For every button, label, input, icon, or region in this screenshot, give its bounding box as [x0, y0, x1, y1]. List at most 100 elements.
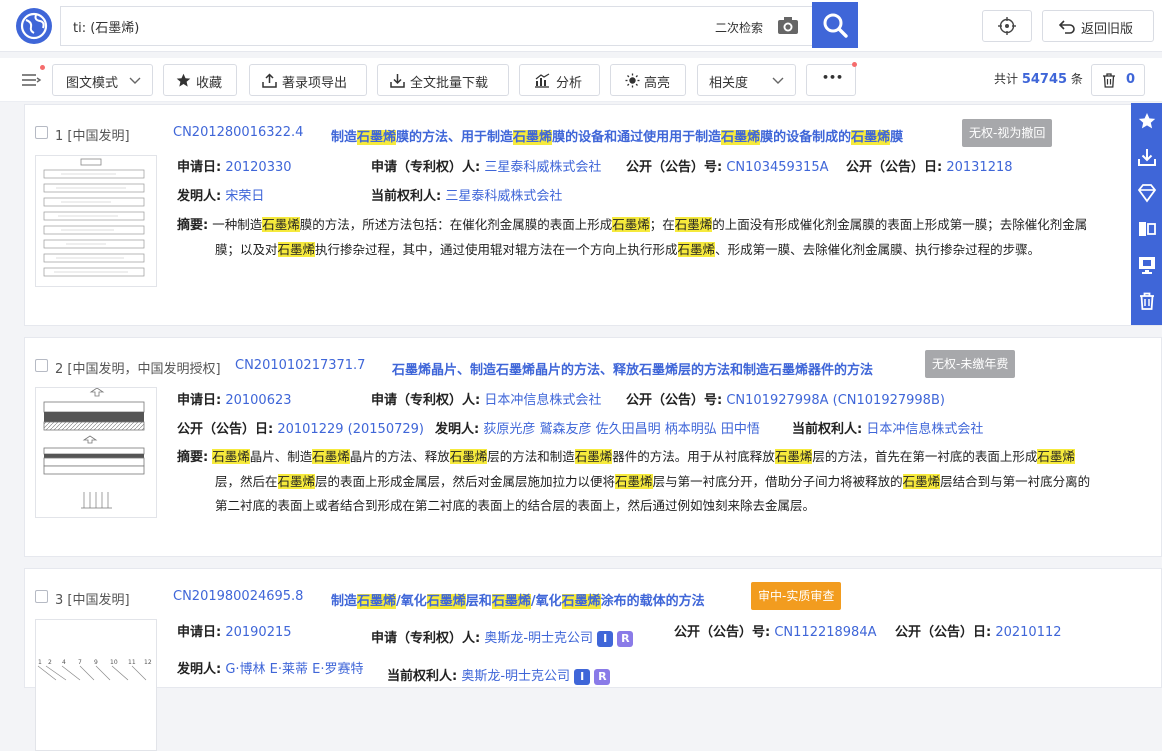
svg-text:7: 7 [78, 659, 82, 666]
owner-row: 当前权利人: 日本冲信息株式会社 [792, 418, 983, 437]
back-old-label: 返回旧版 [1081, 18, 1133, 37]
view-mode-select[interactable]: 图文模式 [52, 64, 153, 96]
inventor-row: 发明人: 荻原光彦 鷲森友彦 佐久田昌明 柄本明弘 田中悟 [435, 418, 760, 437]
result-card: 3 [中国发明] CN201980024695.8 制造石墨烯/氧化石墨烯层和石… [24, 568, 1162, 688]
pub-date: 20210112 [995, 625, 1061, 640]
locate-button[interactable] [982, 10, 1032, 42]
pub-no-row: 公开（公告）号: CN103459315A [626, 156, 828, 175]
recycle-bin-button[interactable]: 0 [1091, 64, 1145, 96]
apply-date: 20190215 [225, 625, 291, 640]
star-icon [176, 73, 191, 88]
globe-logo-icon[interactable] [16, 8, 52, 44]
search-button[interactable] [812, 2, 858, 48]
select-checkbox[interactable] [35, 359, 48, 372]
pub-no-link[interactable]: CN103459315A [726, 160, 828, 175]
chevron-down-icon [129, 77, 141, 85]
more-button[interactable]: ••• [806, 64, 856, 96]
patent-drawing-thumbnail[interactable] [35, 387, 157, 518]
svg-text:1: 1 [38, 659, 42, 666]
diamond-icon[interactable] [1137, 183, 1157, 203]
export-button[interactable]: 著录项导出 [249, 64, 367, 96]
trash-icon [1102, 73, 1116, 88]
applicant-link[interactable]: 日本冲信息株式会社 [484, 393, 601, 408]
total-prefix: 共计 [994, 72, 1018, 86]
card-action-bar [1131, 103, 1162, 325]
download-icon[interactable] [1137, 147, 1157, 167]
patent-number-link[interactable]: CN201980024695.8 [173, 589, 303, 604]
view-mode-label: 图文模式 [66, 72, 118, 91]
owner-link[interactable]: 奥斯龙-明士克公司 [461, 669, 570, 684]
download-icon [390, 73, 405, 88]
abstract: 摘要: 石墨烯晶片、制造石墨烯晶片的方法、释放石墨烯层的方法和制造石墨烯器件的方… [177, 445, 1147, 518]
pub-no-link[interactable]: CN112218984A [774, 625, 876, 640]
export-label: 著录项导出 [282, 72, 347, 91]
highlight-button[interactable]: 高亮 [610, 64, 686, 96]
owner-link[interactable]: 三星泰科威株式会社 [445, 189, 562, 204]
menu-icon[interactable] [20, 70, 42, 90]
select-checkbox[interactable] [35, 590, 48, 603]
upload-icon [262, 73, 277, 88]
sort-label: 相关度 [709, 72, 748, 91]
patent-title-link[interactable]: 制造石墨烯膜的方法、用于制造石墨烯膜的设备和通过使用用于制造石墨烯膜的设备制成的… [331, 126, 903, 145]
pub-no-row: 公开（公告）号: CN101927998A (CN101927998B) [626, 389, 945, 408]
info-row-1: 申请日: 20120330 [177, 156, 292, 175]
legal-status-badge: 无权-未缴年费 [925, 350, 1015, 378]
inventor-link[interactable]: G·博林 E·莱蒂 E·罗赛特 [225, 662, 363, 677]
highlight-label: 高亮 [644, 72, 670, 91]
svg-text:4: 4 [62, 659, 66, 666]
patent-number-link[interactable]: CN201280016322.4 [173, 125, 303, 140]
total-suffix: 条 [1071, 72, 1083, 86]
batch-download-button[interactable]: 全文批量下载 [377, 64, 509, 96]
camera-icon[interactable] [777, 16, 799, 36]
patent-number-link[interactable]: CN201010217371.7 [235, 358, 365, 373]
search-input[interactable]: ti: (石墨烯) [73, 17, 139, 36]
patent-title-link[interactable]: 石墨烯晶片、制造石墨烯晶片的方法、释放石墨烯层的方法和制造石墨烯器件的方法 [392, 359, 873, 378]
compare-icon[interactable] [1137, 219, 1157, 239]
pub-no-extra-link[interactable]: CN101927998B [838, 393, 940, 408]
sort-select[interactable]: 相关度 [697, 64, 796, 96]
patent-drawing-thumbnail[interactable] [35, 155, 157, 287]
patent-drawing-thumbnail[interactable]: 12479101112 [35, 619, 157, 751]
search-box[interactable]: ti: (石墨烯) 二次检索 [60, 6, 812, 46]
legal-status-badge: 无权-视为撤回 [962, 119, 1052, 147]
star-icon[interactable] [1137, 111, 1157, 131]
second-search-link[interactable]: 二次检索 [715, 19, 763, 36]
pub-date-row: 公开（公告）日: 20131218 [846, 156, 1013, 175]
applicant-row: 申请（专利权）人: 日本冲信息株式会社 [371, 389, 601, 408]
sun-icon [625, 73, 640, 88]
applicant-link[interactable]: 奥斯龙-明士克公司 [484, 631, 593, 646]
trash-icon[interactable] [1137, 291, 1157, 311]
owner-rank-tag: R [594, 669, 610, 685]
monitor-icon[interactable] [1137, 255, 1157, 275]
svg-text:2: 2 [48, 659, 52, 666]
result-index: 3 [中国发明] [55, 589, 130, 608]
result-index: 2 [中国发明，中国发明授权] [55, 358, 221, 377]
svg-text:9: 9 [94, 659, 98, 666]
inventor-link[interactable]: 荻原光彦 鷲森友彦 佐久田昌明 柄本明弘 田中悟 [483, 422, 760, 437]
pub-date: 20131218 [946, 160, 1012, 175]
applicant-link[interactable]: 三星泰科威株式会社 [484, 160, 601, 175]
patent-title-link[interactable]: 制造石墨烯/氧化石墨烯层和石墨烯/氧化石墨烯涂布的载体的方法 [331, 590, 705, 609]
info-row-1: 申请日: 20100623 [177, 389, 292, 408]
favorite-button[interactable]: 收藏 [163, 64, 237, 96]
svg-text:12: 12 [144, 659, 152, 666]
chevron-down-icon [772, 77, 784, 85]
pub-no-link[interactable]: CN101927998A [726, 393, 828, 408]
recycle-bin-count: 0 [1126, 72, 1135, 87]
owner-link[interactable]: 日本冲信息株式会社 [866, 422, 983, 437]
select-checkbox[interactable] [35, 126, 48, 139]
favorite-label: 收藏 [196, 72, 222, 91]
applicant-type-tag: I [597, 631, 613, 647]
pub-date-row: 公开（公告）日: 20210112 [895, 621, 1062, 640]
back-old-version-button[interactable]: 返回旧版 [1042, 10, 1154, 42]
chart-icon [534, 73, 550, 88]
pub-date: 20101229 [277, 422, 343, 437]
total-count: 共计 54745 条 [994, 70, 1083, 87]
undo-icon [1059, 20, 1075, 34]
legal-status-badge: 审中-实质审查 [751, 582, 841, 610]
pub-date-extra: 20150729 [353, 422, 419, 437]
analyze-button[interactable]: 分析 [519, 64, 600, 96]
result-index: 1 [中国发明] [55, 125, 130, 144]
result-card: 1 [中国发明] CN201280016322.4 制造石墨烯膜的方法、用于制造… [24, 104, 1162, 326]
inventor-link[interactable]: 宋荣日 [225, 189, 264, 204]
